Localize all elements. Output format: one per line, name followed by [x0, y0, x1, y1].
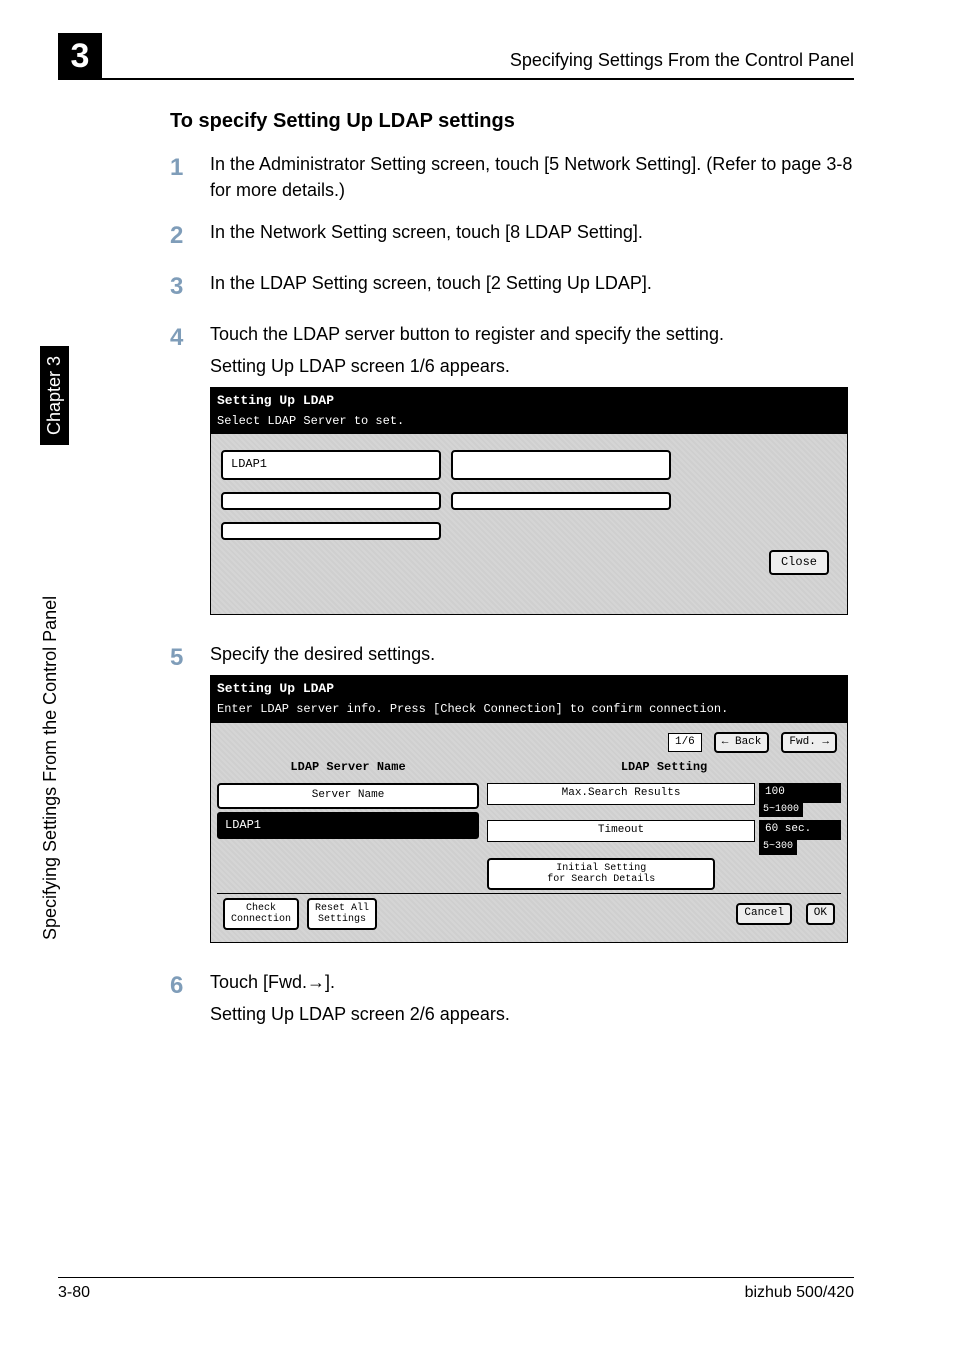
running-header: Specifying Settings From the Control Pan… [510, 50, 854, 71]
max-search-results-range: 5~1000 [759, 803, 803, 818]
max-search-results-button[interactable]: Max.Search Results [487, 783, 755, 805]
lcd2-title: Setting Up LDAP [211, 676, 847, 701]
step-6: 6 Touch [Fwd.→]. Setting Up LDAP screen … [170, 969, 854, 1027]
lcd-screenshot-1: Setting Up LDAP Select LDAP Server to se… [210, 387, 848, 615]
header-rule [58, 78, 854, 80]
fwd-button[interactable]: Fwd. → [781, 732, 837, 754]
footer-model: bizhub 500/420 [745, 1284, 854, 1302]
lcd1-title: Setting Up LDAP [211, 388, 847, 413]
step-3: 3 In the LDAP Setting screen, touch [2 S… [170, 270, 854, 305]
cancel-button[interactable]: Cancel [736, 903, 792, 925]
chapter-number-tab: 3 [58, 33, 102, 79]
right-column-header: LDAP Setting [487, 756, 841, 779]
ldap-server-slot-4[interactable] [451, 492, 671, 510]
timeout-range: 5~300 [759, 840, 797, 855]
lcd2-subtitle: Enter LDAP server info. Press [Check Con… [211, 701, 847, 722]
timeout-value: 60 sec. [759, 820, 841, 840]
step-4: 4 Touch the LDAP server button to regist… [170, 321, 854, 615]
close-button[interactable]: Close [769, 550, 829, 575]
back-button[interactable]: ← Back [714, 732, 770, 754]
ok-button[interactable]: OK [806, 903, 835, 925]
step-text: Specify the desired settings. [210, 641, 854, 667]
left-column-header: LDAP Server Name [217, 756, 479, 779]
section-title: To specify Setting Up LDAP settings [170, 110, 854, 133]
page-indicator: 1/6 [668, 733, 702, 753]
step-number: 2 [170, 219, 210, 254]
footer-page-number: 3-80 [58, 1284, 90, 1302]
step-2: 2 In the Network Setting screen, touch [… [170, 219, 854, 254]
lcd-screenshot-2: Setting Up LDAP Enter LDAP server info. … [210, 675, 848, 942]
reset-all-settings-button[interactable]: Reset All Settings [307, 898, 377, 930]
timeout-button[interactable]: Timeout [487, 820, 755, 842]
page-footer: 3-80 bizhub 500/420 [58, 1277, 854, 1302]
step-text: In the Administrator Setting screen, tou… [210, 151, 854, 203]
step-5: 5 Specify the desired settings. Setting … [170, 641, 854, 943]
check-connection-button[interactable]: Check Connection [223, 898, 299, 930]
side-chapter-label: Chapter 3 [40, 346, 69, 445]
step-1: 1 In the Administrator Setting screen, t… [170, 151, 854, 203]
lcd1-subtitle: Select LDAP Server to set. [211, 413, 847, 434]
side-section-label: Specifying Settings From the Control Pan… [40, 596, 61, 940]
step-text: Touch [Fwd.→]. [210, 969, 854, 995]
initial-setting-button[interactable]: Initial Setting for Search Details [487, 858, 715, 890]
step-text: In the LDAP Setting screen, touch [2 Set… [210, 270, 854, 296]
step-number: 6 [170, 969, 210, 1004]
ldap-server-slot-5[interactable] [221, 522, 441, 540]
step-text: Touch the LDAP server button to register… [210, 321, 854, 347]
step-subtext: Setting Up LDAP screen 2/6 appears. [210, 1001, 854, 1027]
ldap-server-slot-1[interactable]: LDAP1 [221, 450, 441, 479]
step-number: 1 [170, 151, 210, 186]
server-name-value: LDAP1 [217, 812, 479, 839]
ldap-server-slot-3[interactable] [221, 492, 441, 510]
ldap-server-slot-2[interactable] [451, 450, 671, 479]
max-search-results-value: 100 [759, 783, 841, 803]
step-number: 3 [170, 270, 210, 305]
step-number: 4 [170, 321, 210, 356]
step-text: In the Network Setting screen, touch [8 … [210, 219, 854, 245]
step-subtext: Setting Up LDAP screen 1/6 appears. [210, 353, 854, 379]
step-number: 5 [170, 641, 210, 676]
server-name-button[interactable]: Server Name [217, 783, 479, 809]
